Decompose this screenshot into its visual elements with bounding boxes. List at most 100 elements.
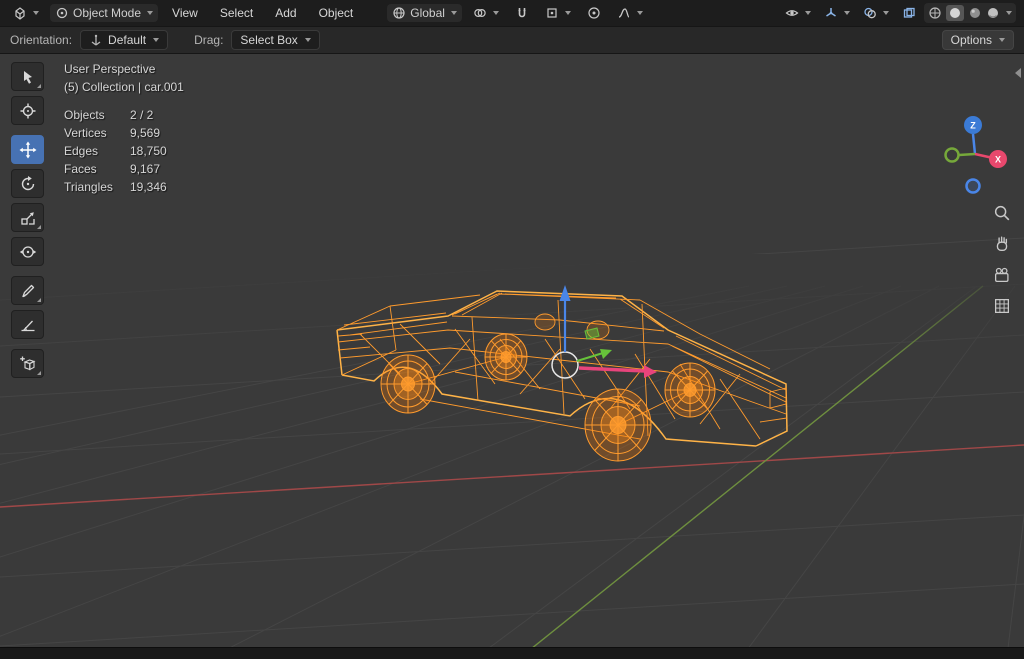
stat-label: Edges — [64, 144, 99, 158]
sidebar-collapse-arrow[interactable] — [1015, 68, 1021, 78]
shading-solid-button[interactable] — [946, 5, 964, 21]
overlays-dropdown[interactable] — [858, 4, 894, 22]
snap-settings-dropdown[interactable] — [540, 4, 576, 22]
wheel-rear-left — [584, 388, 652, 462]
wheel-front-left — [380, 354, 436, 414]
move-icon — [19, 141, 36, 158]
chevron-down-icon — [805, 11, 811, 15]
stat-label: Objects — [64, 108, 105, 122]
axis-x-label: X — [995, 155, 1001, 165]
tool-scale[interactable] — [11, 203, 44, 232]
orientation-value-dropdown[interactable]: Default — [80, 30, 169, 50]
chevron-down-icon — [844, 11, 850, 15]
stat-value: 19,346 — [130, 180, 167, 194]
wheel-front-right — [484, 333, 528, 381]
axis-z-neg-ball[interactable] — [965, 178, 981, 194]
tool-cursor[interactable] — [11, 96, 44, 125]
tool-transform[interactable] — [11, 237, 44, 266]
tool-settings-bar: Orientation: Default Drag: Select Box Op… — [0, 26, 1024, 54]
x-axis-line — [0, 444, 1024, 508]
pan-button[interactable] — [990, 232, 1014, 256]
shading-material-icon[interactable] — [968, 6, 982, 20]
pivot-dropdown[interactable] — [468, 4, 504, 22]
view-name: User Perspective — [64, 62, 156, 76]
perspective-toggle-button[interactable] — [990, 294, 1014, 318]
axis-y-neg-ball[interactable] — [944, 147, 960, 163]
menu-select[interactable]: Select — [212, 3, 261, 23]
visibility-dropdown[interactable] — [780, 4, 816, 22]
orientation-setting-label: Orientation: — [10, 33, 73, 47]
rotate-icon — [21, 175, 34, 190]
chevron-down-icon — [636, 11, 643, 15]
zoom-button[interactable] — [990, 201, 1014, 225]
wheel-rear-right — [664, 362, 716, 418]
magnifier-icon — [994, 205, 1010, 221]
orientation-value: Default — [108, 33, 147, 47]
hand-icon — [996, 236, 1008, 252]
snap-toggle-button[interactable] — [510, 4, 534, 22]
stat-value: 2 / 2 — [130, 108, 154, 122]
stat-value: 9,167 — [130, 162, 161, 176]
mode-dropdown[interactable]: Object Mode — [50, 4, 159, 22]
gizmo-icon — [826, 8, 836, 17]
camera-icon — [995, 267, 1009, 282]
scale-icon — [20, 211, 35, 225]
shading-mode-group — [924, 3, 1016, 23]
scene-statistics: Objects 2 / 2 Vertices 9,569 Edges 18,75… — [64, 106, 184, 196]
xray-icon — [903, 7, 915, 18]
magnet-icon — [518, 8, 526, 18]
orientation-dropdown[interactable]: Global — [387, 4, 462, 22]
tool-shelf — [11, 62, 44, 383]
timeline-strip[interactable] — [0, 647, 1024, 659]
proportional-edit-button[interactable] — [582, 4, 606, 22]
gizmos-dropdown[interactable] — [819, 4, 855, 22]
axis-icon — [91, 34, 101, 46]
camera-view-button[interactable] — [990, 263, 1014, 287]
shading-wireframe-icon[interactable] — [928, 6, 942, 20]
chevron-down-icon — [153, 38, 160, 42]
blender-window: Object Mode View Select Add Object Globa… — [0, 0, 1024, 659]
viewport-3d[interactable]: User Perspective (5) Collection | car.00… — [0, 54, 1024, 647]
tool-measure[interactable] — [11, 310, 44, 339]
viewport-header: Object Mode View Select Add Object Globa… — [0, 0, 1024, 26]
menu-view[interactable]: View — [164, 3, 206, 23]
shading-rendered-icon[interactable] — [986, 6, 1000, 20]
falloff-dropdown[interactable] — [612, 4, 648, 22]
menu-object[interactable]: Object — [311, 3, 362, 23]
tool-add-cube[interactable] — [11, 349, 44, 378]
editor-type-button[interactable] — [8, 4, 44, 22]
pivot-point-icon — [474, 8, 486, 18]
xray-toggle-button[interactable] — [897, 4, 921, 22]
tool-rotate[interactable] — [11, 169, 44, 198]
chevron-down-icon — [564, 11, 571, 15]
options-dropdown[interactable]: Options — [941, 30, 1014, 50]
drag-value: Select Box — [240, 33, 298, 47]
chevron-down-icon — [33, 11, 39, 15]
snap-target-icon — [547, 8, 557, 18]
falloff-curve-icon — [618, 8, 630, 18]
eye-icon — [785, 10, 799, 16]
chevron-down-icon — [999, 38, 1005, 42]
active-collection: (5) Collection | car.001 — [64, 80, 184, 94]
shading-solid-icon — [950, 8, 960, 18]
viewport-side-controls — [990, 201, 1014, 318]
annotate-pen-icon — [21, 284, 34, 297]
tool-select-box[interactable] — [11, 62, 44, 91]
tool-move[interactable] — [11, 135, 44, 164]
options-label: Options — [950, 33, 992, 47]
stat-value: 18,750 — [130, 144, 167, 158]
stat-value: 9,569 — [130, 126, 161, 140]
menu-add[interactable]: Add — [267, 3, 304, 23]
measure-icon — [21, 320, 34, 331]
proportional-edit-icon — [588, 7, 600, 19]
axis-z-label: Z — [970, 121, 976, 131]
drag-value-dropdown[interactable]: Select Box — [231, 30, 320, 50]
tool-annotate[interactable] — [11, 276, 44, 305]
chevron-down-icon — [304, 38, 311, 42]
ortho-grid-icon — [995, 299, 1009, 313]
navigation-gizmo[interactable]: Z X — [942, 110, 1008, 198]
chevron-down-icon[interactable] — [1006, 11, 1012, 15]
chevron-down-icon — [492, 11, 499, 15]
stat-label: Faces — [64, 162, 97, 176]
globe-icon — [393, 7, 405, 19]
